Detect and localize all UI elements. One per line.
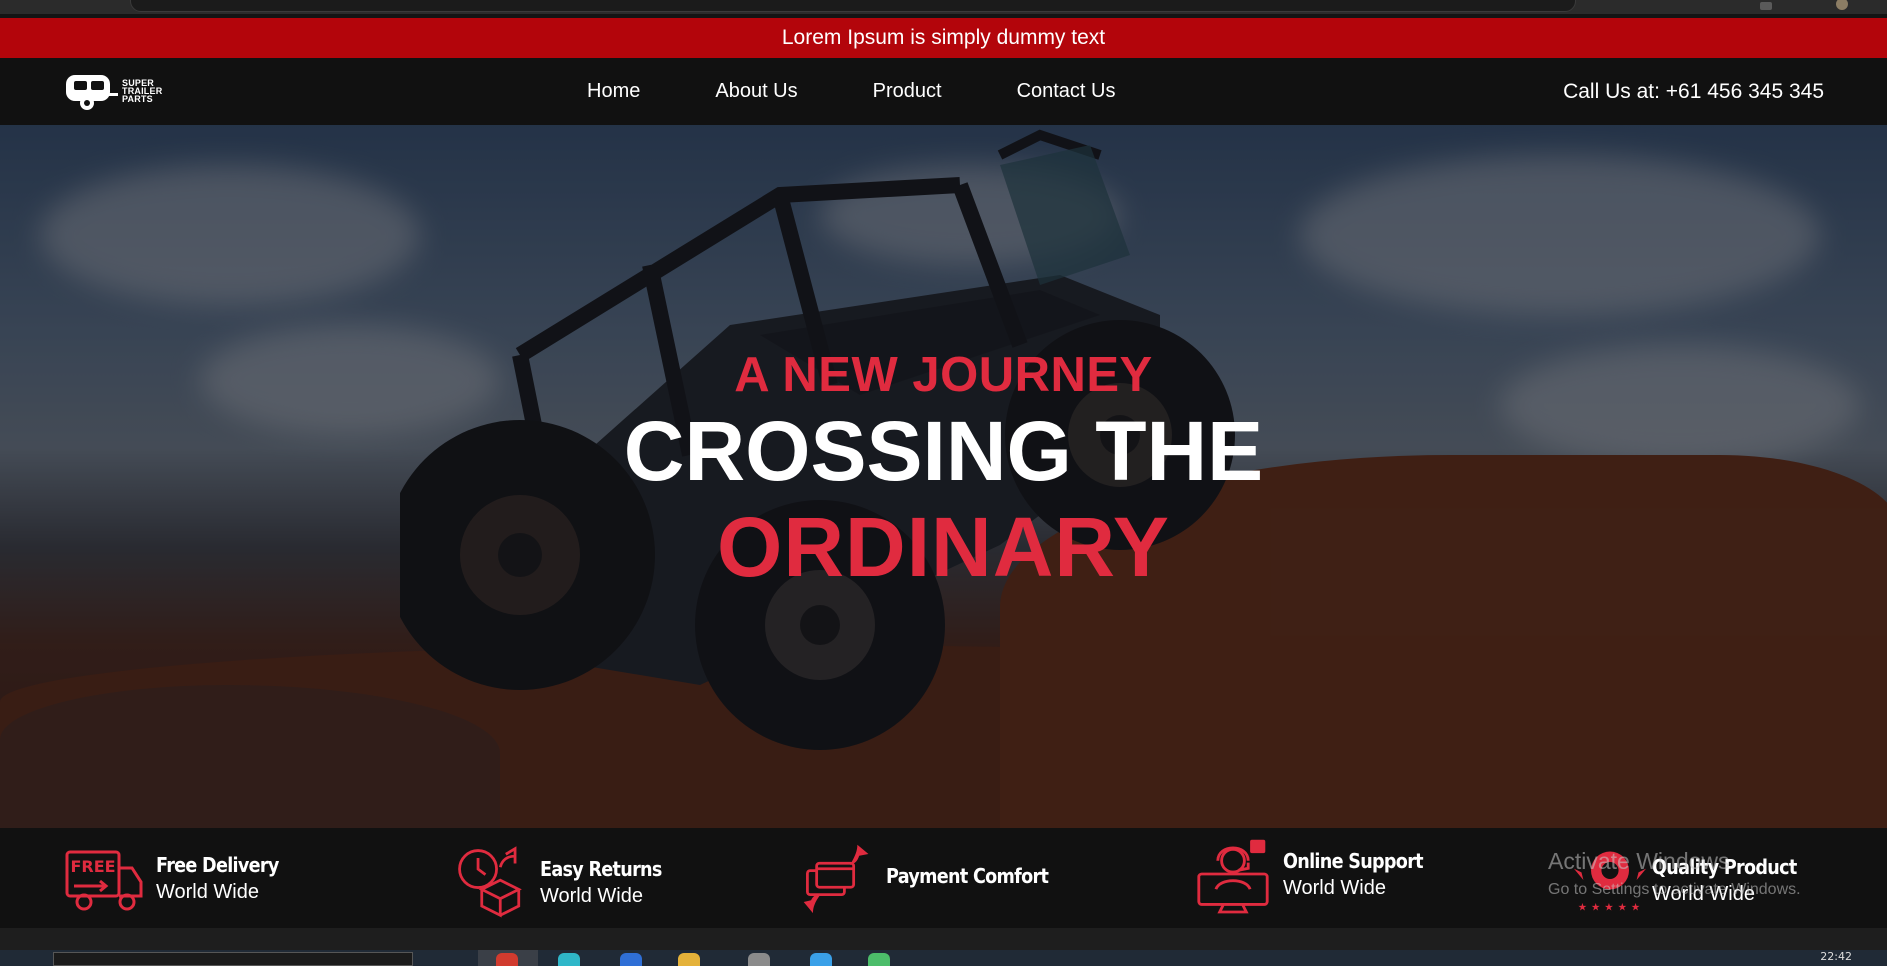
whatsapp-icon[interactable] [868,953,890,966]
address-bar[interactable] [130,0,1576,12]
nav-about-us[interactable]: About Us [715,80,797,103]
hero-banner: A NEW JOURNEY CROSSING THE ORDINARY [0,125,1887,828]
feature-title: Easy Returns [540,856,662,881]
activate-windows-watermark: Activate Windows Go to Settings to activ… [1548,848,1801,898]
announcement-bar: Lorem Ipsum is simply dummy text [0,18,1887,58]
truck-icon: FREE [65,850,143,911]
hero-headline-accent: ORDINARY [717,500,1170,594]
feature-easy-returns: Easy Returns World Wide [454,832,678,932]
app-icon[interactable] [620,953,642,966]
os-taskbar: 22:42 [0,950,1887,966]
svg-text:FREE: FREE [70,857,115,876]
app-icon[interactable] [810,953,832,966]
hero-headline: CROSSING THE [623,404,1264,498]
nav-home[interactable]: Home [587,80,640,103]
browser-toolbar [0,0,1887,14]
feature-subtitle: World Wide [540,884,643,907]
feature-online-support: Online Support World Wide [1195,824,1442,924]
nav-contact-us[interactable]: Contact Us [1017,80,1116,103]
app-icon[interactable] [748,953,770,966]
edge-icon[interactable] [558,953,580,966]
nav-product[interactable]: Product [873,80,942,103]
trailer-logo-icon [66,75,118,110]
announcement-text: Lorem Ipsum is simply dummy text [781,26,1106,49]
main-nav: Home About Us Product Contact Us [587,58,1116,125]
card-exchange-icon [803,844,869,914]
svg-text:★: ★ [1604,901,1613,913]
feature-subtitle: World Wide [156,880,259,903]
svg-text:★: ★ [1591,901,1600,913]
svg-text:★: ★ [1578,901,1587,913]
support-agent-icon [1197,839,1269,914]
box-return-icon [458,846,522,918]
feature-title: Free Delivery [156,852,279,877]
hero-kicker: A NEW JOURNEY [734,348,1153,402]
extension-icon[interactable] [1760,2,1772,10]
hero-text: A NEW JOURNEY CROSSING THE ORDINARY [0,347,1887,597]
site-header: SUPER TRAILER PARTS Home About Us Produc… [0,58,1887,125]
feature-subtitle: World Wide [1283,876,1386,899]
feature-title: Online Support [1283,848,1424,873]
chrome-icon[interactable] [496,953,518,966]
taskbar-search[interactable] [53,952,413,966]
feature-payment-comfort: Payment Comfort [800,828,1070,928]
logo-text: SUPER TRAILER PARTS [122,78,163,104]
site-logo[interactable]: SUPER TRAILER PARTS [62,68,172,114]
feature-title: Payment Comfort [886,864,1049,888]
profile-avatar[interactable] [1836,0,1848,10]
svg-text:★: ★ [1631,901,1640,913]
call-us-text[interactable]: Call Us at: +61 456 345 345 [1563,58,1824,125]
feature-free-delivery: FREE Free Delivery World Wide [64,828,295,928]
svg-text:★: ★ [1618,901,1627,913]
folder-icon[interactable] [678,953,700,966]
taskbar-clock[interactable]: 22:42 [1820,950,1852,963]
